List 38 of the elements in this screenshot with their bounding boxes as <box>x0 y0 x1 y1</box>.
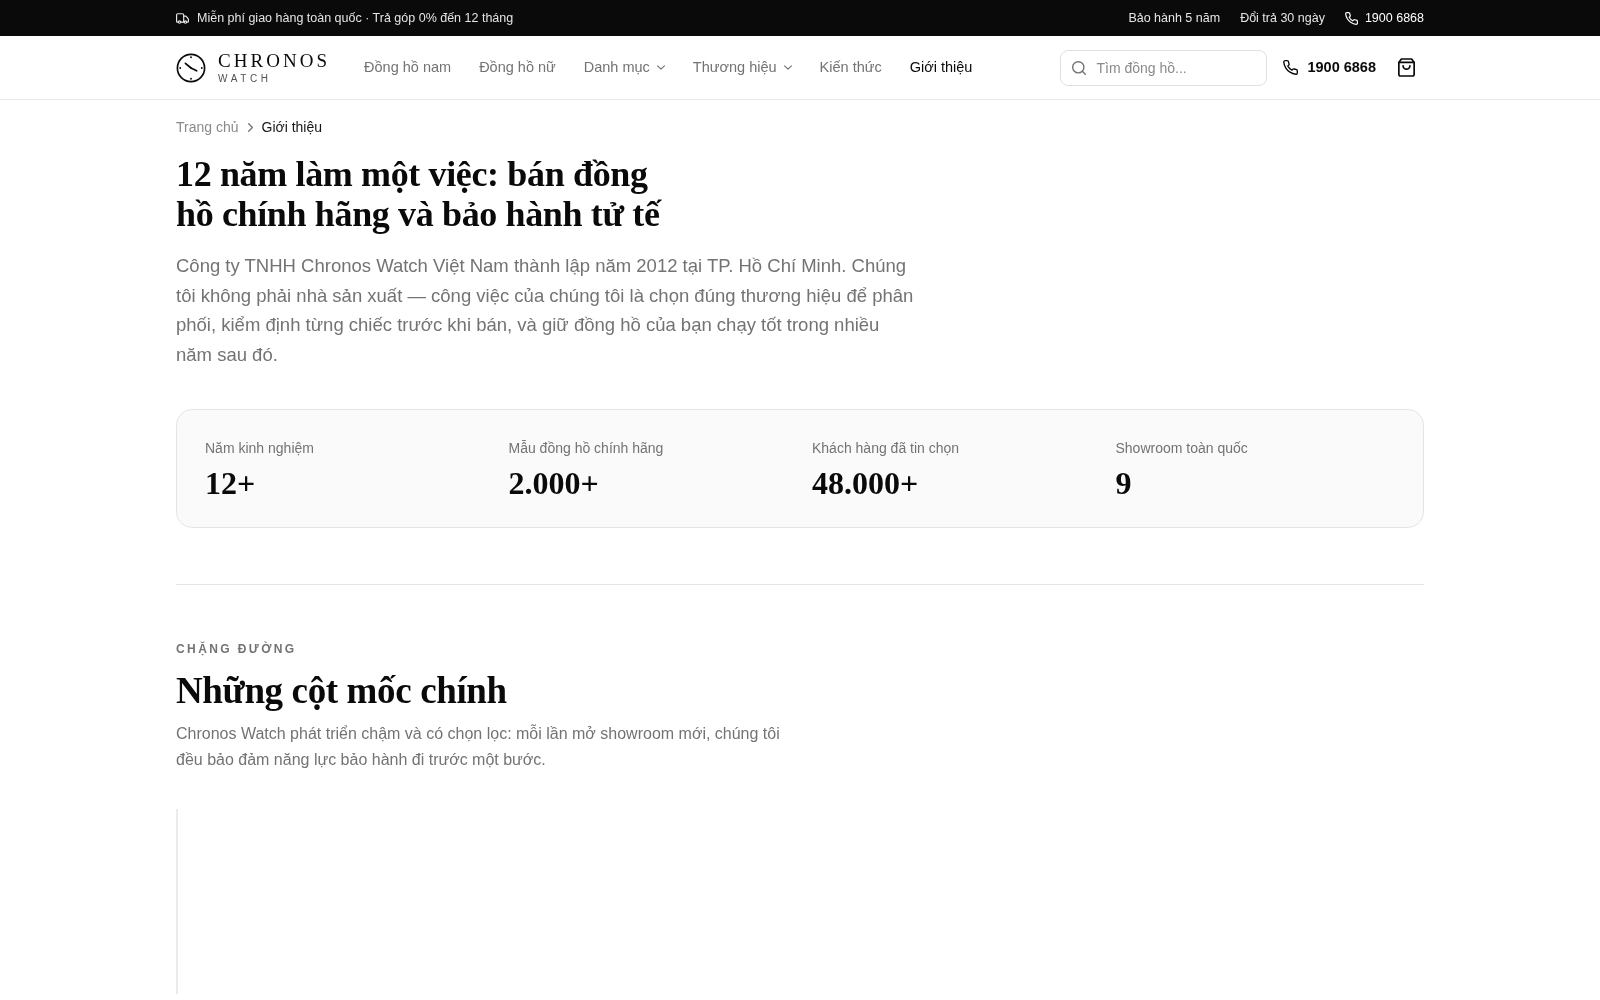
search-field[interactable]: Tìm đồng hồ... <box>1060 49 1268 86</box>
search-icon <box>1072 60 1087 75</box>
brand-tagline: WATCH <box>218 72 273 85</box>
page-title: 12 năm làm một việc: bán đồng hồ chính hãng và bảo hành tử tế <box>176 154 663 234</box>
stat-label: Mẫu đồng hồ chính hãng <box>508 439 665 458</box>
stat-label: Năm kinh nghiệm <box>205 439 315 458</box>
shopping-bag-icon[interactable] <box>1398 58 1415 77</box>
nav-link[interactable]: Đồng hồ nam <box>364 56 452 79</box>
breadcrumb-link[interactable]: Trang chủ <box>176 117 239 137</box>
intro-paragraph: Công ty TNHH Chronos Watch Việt Nam thành lập năm 2012 tại TP. Hồ Chí Minh. Chúng tôi không phải nhà sản xuất — công việc của chúng tôi là chọn đúng thương hiệu để phân phối, kiểm định từng chiếc trước khi bán, và giữ đồng hồ của bạn chạy tốt trong nhiều năm sau đó. <box>176 254 915 367</box>
breadcrumb-link[interactable]: Giới thiệu <box>261 117 323 137</box>
truck-icon <box>176 12 189 24</box>
nav-link[interactable]: Danh mục <box>583 56 665 79</box>
stat-label: Khách hàng đã tin chọn <box>812 439 961 458</box>
stat-label: Showroom toàn quốc <box>1115 439 1249 458</box>
phone-icon <box>1344 11 1358 25</box>
section-eyebrow: CHẶNG ĐƯỜNG <box>176 641 298 657</box>
top-bar-link[interactable]: Bảo hành 5 năm <box>1128 8 1221 28</box>
promo-text: Miễn phí giao hàng toàn quốc · Trả góp 0% đến 12 tháng <box>197 9 514 27</box>
clock-logo-icon[interactable] <box>176 52 206 83</box>
stat-value: 48.000+ <box>812 465 920 501</box>
top-bar-link[interactable]: Đổi trả 30 ngày <box>1240 8 1325 28</box>
chevron-down-icon <box>783 65 792 70</box>
stat-value: 2.000+ <box>508 465 600 501</box>
nav-link[interactable]: Kiến thức <box>819 56 882 79</box>
phone-link[interactable]: 1900 6868 <box>1283 56 1376 79</box>
nav-link[interactable]: Giới thiệu <box>909 56 973 79</box>
chevron-right-icon <box>247 122 253 132</box>
phone-icon <box>1283 60 1299 75</box>
nav-link[interactable]: Đồng hồ nữ <box>479 56 556 79</box>
stat-value: 9 <box>1115 465 1133 501</box>
section-title: Những cột mốc chính <box>176 669 508 713</box>
nav-link[interactable]: Thương hiệu <box>692 56 792 79</box>
stat-value: 12+ <box>205 465 257 501</box>
section-description: Chronos Watch phát triển chậm và có chọn lọc: mỗi lần mở showroom mới, chúng tôi đều bảo đảm năng lực bảo hành đi trước một bước. <box>176 723 781 770</box>
hotline-link[interactable]: 1900 6868 <box>1344 8 1424 28</box>
chevron-down-icon <box>656 65 665 70</box>
brand-name[interactable]: CHRONOS <box>218 50 331 71</box>
